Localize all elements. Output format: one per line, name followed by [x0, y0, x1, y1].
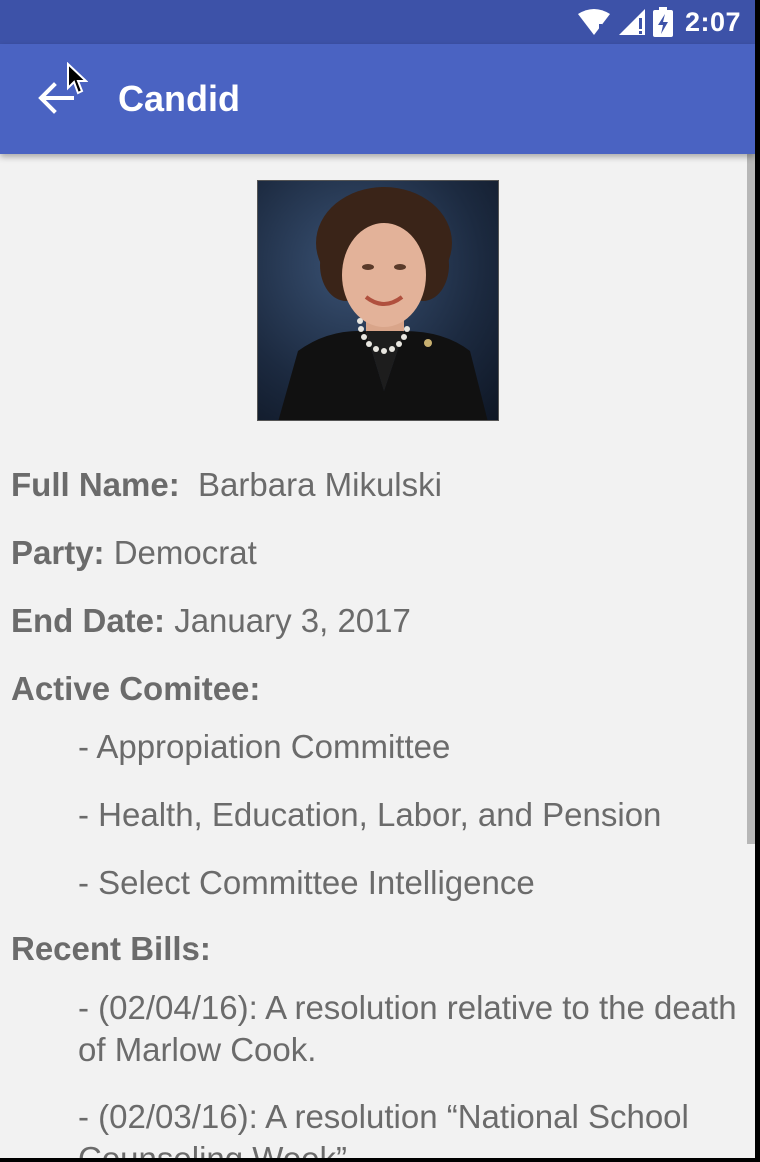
- wifi-icon: [577, 8, 611, 36]
- party-row: Party: Democrat: [11, 534, 257, 572]
- full-name-label: Full Name:: [11, 466, 180, 503]
- status-bar: 2:07: [0, 0, 755, 44]
- bills-label: Recent Bills:: [11, 930, 211, 967]
- app-bar: Candid: [0, 44, 755, 154]
- status-time: 2:07: [684, 6, 741, 37]
- committee-item: - Select Committee Intelligence: [78, 864, 535, 901]
- candidate-details: Full Name: Barbara Mikulski Party: Democ…: [0, 154, 755, 1158]
- committee-item: - Health, Education, Labor, and Pension: [78, 796, 662, 833]
- candidate-photo: [257, 180, 499, 421]
- end-date-row: End Date: January 3, 2017: [11, 602, 411, 640]
- committee-item: - Appropiation Committee: [78, 728, 451, 765]
- party-label: Party:: [11, 534, 105, 571]
- bill-item: - (02/03/16): A resolution “National Sch…: [78, 1098, 689, 1158]
- app-screen: 2:07 Candid Full Name: Barbara Mikulski …: [0, 0, 755, 1158]
- committees-heading: Active Comitee:: [11, 670, 260, 708]
- scrollbar[interactable]: [747, 154, 755, 844]
- end-date-label: End Date:: [11, 602, 166, 639]
- end-date-value: January 3, 2017: [174, 602, 411, 639]
- full-name-row: Full Name: Barbara Mikulski: [11, 466, 442, 504]
- full-name-value: Barbara Mikulski: [198, 466, 442, 503]
- bills-heading: Recent Bills:: [11, 930, 211, 968]
- battery-charging-icon: [652, 7, 673, 37]
- signal-icon: [617, 8, 647, 36]
- bill-item: - (02/04/16): A resolution relative to t…: [78, 989, 737, 1068]
- committees-label: Active Comitee:: [11, 670, 261, 707]
- party-value: Democrat: [113, 534, 257, 571]
- mouse-cursor-icon: [66, 61, 89, 101]
- app-title: Candid: [118, 78, 240, 119]
